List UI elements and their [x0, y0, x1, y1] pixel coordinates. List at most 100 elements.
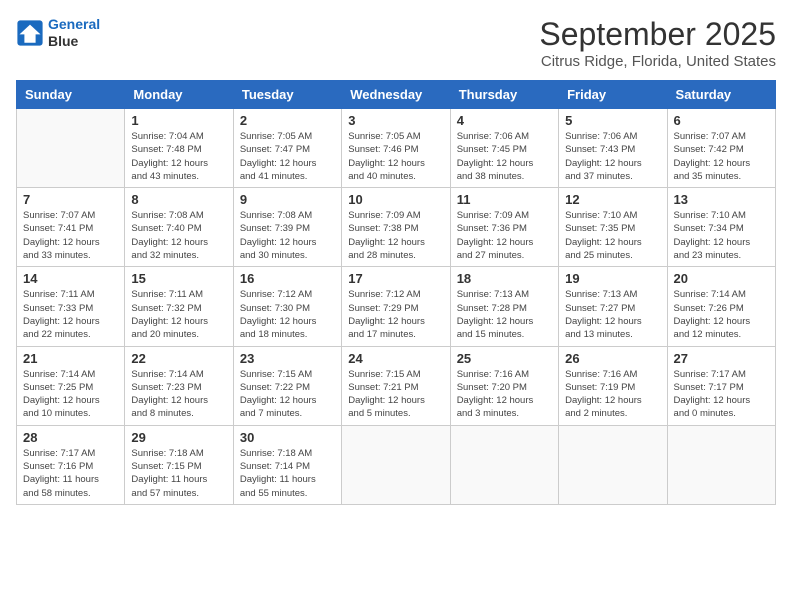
day-info: Sunrise: 7:13 AMSunset: 7:28 PMDaylight:…	[457, 288, 552, 341]
calendar-cell	[667, 425, 775, 504]
calendar-cell: 14Sunrise: 7:11 AMSunset: 7:33 PMDayligh…	[17, 267, 125, 346]
calendar-cell	[17, 109, 125, 188]
calendar-body: 1 Sunrise: 7:04 AMSunset: 7:48 PMDaylight…	[17, 109, 776, 505]
day-info: Sunrise: 7:09 AMSunset: 7:36 PMDaylight:…	[457, 209, 552, 262]
day-info: Sunrise: 7:18 AMSunset: 7:15 PMDaylight:…	[131, 447, 226, 500]
day-number: 15	[131, 271, 226, 286]
calendar-cell: 28Sunrise: 7:17 AMSunset: 7:16 PMDayligh…	[17, 425, 125, 504]
day-info: Sunrise: 7:10 AMSunset: 7:35 PMDaylight:…	[565, 209, 660, 262]
calendar-cell: 1 Sunrise: 7:04 AMSunset: 7:48 PMDaylight…	[125, 109, 233, 188]
day-number: 22	[131, 351, 226, 366]
day-number: 21	[23, 351, 118, 366]
calendar-cell: 24Sunrise: 7:15 AMSunset: 7:21 PMDayligh…	[342, 346, 450, 425]
calendar-cell: 23 Sunrise: 7:15 AMSunset: 7:22 PMDayligh…	[233, 346, 341, 425]
calendar-cell: 9 Sunrise: 7:08 AMSunset: 7:39 PMDaylight…	[233, 188, 341, 267]
main-title: September 2025	[539, 16, 776, 53]
day-info: Sunrise: 7:15 AMSunset: 7:22 PMDaylight:…	[240, 368, 335, 421]
day-number: 6	[674, 113, 769, 128]
day-info: Sunrise: 7:11 AMSunset: 7:32 PMDaylight:…	[131, 288, 226, 341]
calendar-cell: 21 Sunrise: 7:14 AMSunset: 7:25 PMDayligh…	[17, 346, 125, 425]
calendar-week-row: 14Sunrise: 7:11 AMSunset: 7:33 PMDayligh…	[17, 267, 776, 346]
calendar-cell: 26Sunrise: 7:16 AMSunset: 7:19 PMDayligh…	[559, 346, 667, 425]
calendar-cell: 19 Sunrise: 7:13 AMSunset: 7:27 PMDayligh…	[559, 267, 667, 346]
day-number: 29	[131, 430, 226, 445]
calendar-week-row: 7Sunrise: 7:07 AMSunset: 7:41 PMDaylight…	[17, 188, 776, 267]
day-number: 4	[457, 113, 552, 128]
calendar-cell	[559, 425, 667, 504]
day-number: 23	[240, 351, 335, 366]
day-info: Sunrise: 7:14 AMSunset: 7:26 PMDaylight:…	[674, 288, 769, 341]
day-number: 19	[565, 271, 660, 286]
calendar-day-header: Saturday	[667, 81, 775, 109]
day-number: 12	[565, 192, 660, 207]
day-number: 3	[348, 113, 443, 128]
day-number: 1	[131, 113, 226, 128]
title-area: September 2025 Citrus Ridge, Florida, Un…	[539, 16, 776, 70]
subtitle: Citrus Ridge, Florida, United States	[539, 53, 776, 70]
day-info: Sunrise: 7:16 AMSunset: 7:20 PMDaylight:…	[457, 368, 552, 421]
calendar-cell: 25 Sunrise: 7:16 AMSunset: 7:20 PMDayligh…	[450, 346, 558, 425]
calendar-cell: 30 Sunrise: 7:18 AMSunset: 7:14 PMDayligh…	[233, 425, 341, 504]
logo-line2: Blue	[48, 33, 100, 50]
calendar-header-row: SundayMondayTuesdayWednesdayThursdayFrid…	[17, 81, 776, 109]
logo: General Blue	[16, 16, 100, 50]
calendar-cell: 8Sunrise: 7:08 AMSunset: 7:40 PMDaylight…	[125, 188, 233, 267]
day-info: Sunrise: 7:14 AMSunset: 7:25 PMDaylight:…	[23, 368, 118, 421]
calendar-week-row: 1 Sunrise: 7:04 AMSunset: 7:48 PMDaylight…	[17, 109, 776, 188]
day-info: Sunrise: 7:08 AMSunset: 7:39 PMDaylight:…	[240, 209, 335, 262]
calendar-cell: 17Sunrise: 7:12 AMSunset: 7:29 PMDayligh…	[342, 267, 450, 346]
calendar-day-header: Sunday	[17, 81, 125, 109]
calendar-cell: 2Sunrise: 7:05 AMSunset: 7:47 PMDaylight…	[233, 109, 341, 188]
day-info: Sunrise: 7:17 AMSunset: 7:16 PMDaylight:…	[23, 447, 118, 500]
day-info: Sunrise: 7:04 AMSunset: 7:48 PMDaylight:…	[131, 130, 226, 183]
calendar-cell: 13 Sunrise: 7:10 AMSunset: 7:34 PMDayligh…	[667, 188, 775, 267]
calendar-cell: 12 Sunrise: 7:10 AMSunset: 7:35 PMDayligh…	[559, 188, 667, 267]
calendar-cell: 18Sunrise: 7:13 AMSunset: 7:28 PMDayligh…	[450, 267, 558, 346]
day-info: Sunrise: 7:18 AMSunset: 7:14 PMDaylight:…	[240, 447, 335, 500]
calendar-cell: 27 Sunrise: 7:17 AMSunset: 7:17 PMDayligh…	[667, 346, 775, 425]
day-number: 10	[348, 192, 443, 207]
calendar-day-header: Monday	[125, 81, 233, 109]
calendar-day-header: Thursday	[450, 81, 558, 109]
day-number: 27	[674, 351, 769, 366]
day-number: 9	[240, 192, 335, 207]
day-info: Sunrise: 7:11 AMSunset: 7:33 PMDaylight:…	[23, 288, 118, 341]
calendar-week-row: 21 Sunrise: 7:14 AMSunset: 7:25 PMDayligh…	[17, 346, 776, 425]
calendar-day-header: Friday	[559, 81, 667, 109]
day-number: 25	[457, 351, 552, 366]
logo-text: General Blue	[48, 16, 100, 50]
calendar-cell: 10 Sunrise: 7:09 AMSunset: 7:38 PMDayligh…	[342, 188, 450, 267]
day-number: 17	[348, 271, 443, 286]
calendar-cell: 11Sunrise: 7:09 AMSunset: 7:36 PMDayligh…	[450, 188, 558, 267]
day-number: 5	[565, 113, 660, 128]
logo-line1: General	[48, 16, 100, 32]
day-info: Sunrise: 7:05 AMSunset: 7:47 PMDaylight:…	[240, 130, 335, 183]
day-info: Sunrise: 7:09 AMSunset: 7:38 PMDaylight:…	[348, 209, 443, 262]
day-info: Sunrise: 7:10 AMSunset: 7:34 PMDaylight:…	[674, 209, 769, 262]
calendar-cell: 3 Sunrise: 7:05 AMSunset: 7:46 PMDaylight…	[342, 109, 450, 188]
calendar-cell: 5Sunrise: 7:06 AMSunset: 7:43 PMDaylight…	[559, 109, 667, 188]
calendar-week-row: 28Sunrise: 7:17 AMSunset: 7:16 PMDayligh…	[17, 425, 776, 504]
header: General Blue September 2025 Citrus Ridge…	[16, 16, 776, 70]
calendar-cell: 29 Sunrise: 7:18 AMSunset: 7:15 PMDayligh…	[125, 425, 233, 504]
day-number: 30	[240, 430, 335, 445]
calendar-cell: 15 Sunrise: 7:11 AMSunset: 7:32 PMDayligh…	[125, 267, 233, 346]
day-number: 20	[674, 271, 769, 286]
calendar-cell: 16Sunrise: 7:12 AMSunset: 7:30 PMDayligh…	[233, 267, 341, 346]
day-info: Sunrise: 7:17 AMSunset: 7:17 PMDaylight:…	[674, 368, 769, 421]
day-info: Sunrise: 7:05 AMSunset: 7:46 PMDaylight:…	[348, 130, 443, 183]
calendar-cell: 6Sunrise: 7:07 AMSunset: 7:42 PMDaylight…	[667, 109, 775, 188]
calendar-day-header: Wednesday	[342, 81, 450, 109]
day-info: Sunrise: 7:14 AMSunset: 7:23 PMDaylight:…	[131, 368, 226, 421]
day-info: Sunrise: 7:13 AMSunset: 7:27 PMDaylight:…	[565, 288, 660, 341]
calendar-cell	[342, 425, 450, 504]
day-number: 13	[674, 192, 769, 207]
day-info: Sunrise: 7:16 AMSunset: 7:19 PMDaylight:…	[565, 368, 660, 421]
day-info: Sunrise: 7:07 AMSunset: 7:41 PMDaylight:…	[23, 209, 118, 262]
day-info: Sunrise: 7:06 AMSunset: 7:45 PMDaylight:…	[457, 130, 552, 183]
logo-icon	[16, 19, 44, 47]
day-info: Sunrise: 7:12 AMSunset: 7:30 PMDaylight:…	[240, 288, 335, 341]
day-number: 24	[348, 351, 443, 366]
calendar-cell: 4 Sunrise: 7:06 AMSunset: 7:45 PMDaylight…	[450, 109, 558, 188]
calendar-cell: 20 Sunrise: 7:14 AMSunset: 7:26 PMDayligh…	[667, 267, 775, 346]
